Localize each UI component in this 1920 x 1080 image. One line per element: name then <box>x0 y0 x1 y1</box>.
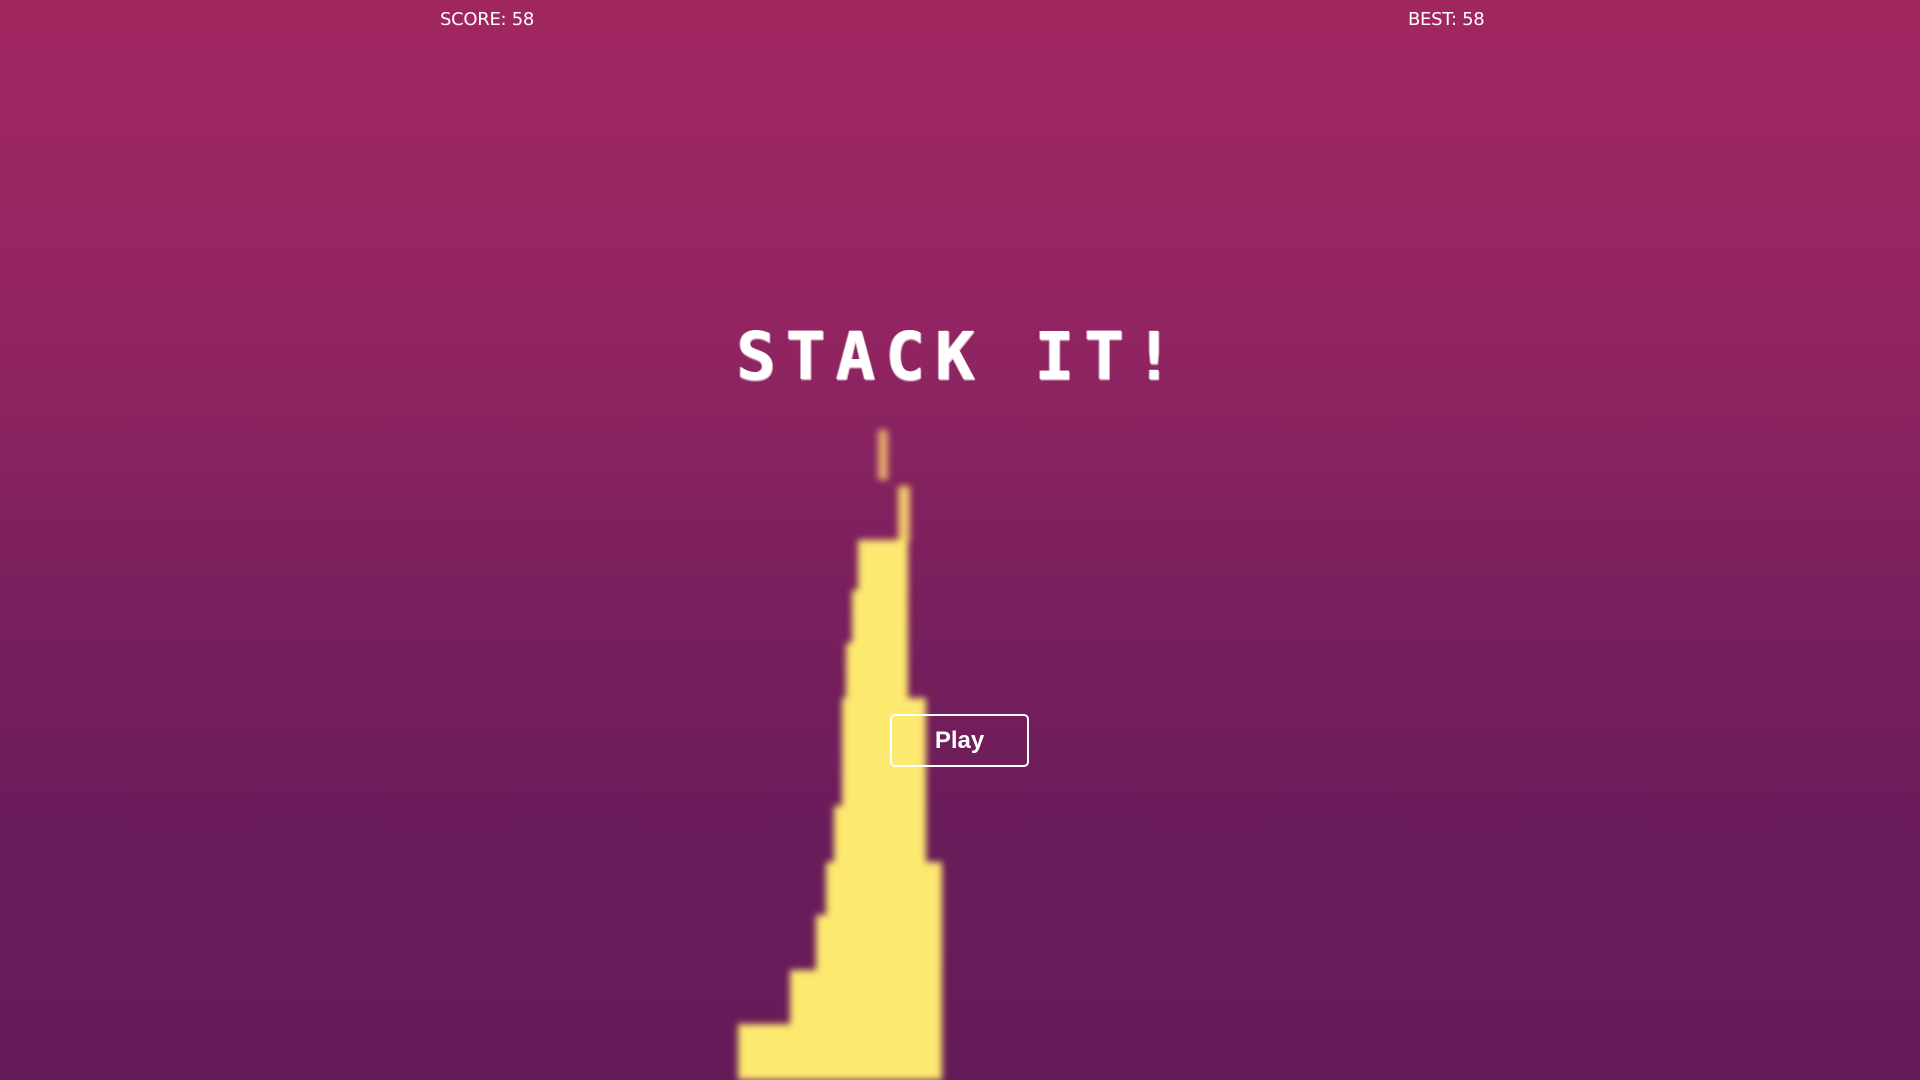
best-score-display: BEST: 58 <box>1408 9 1485 30</box>
game-title: STACK IT! <box>736 318 1184 395</box>
tower-block <box>790 970 942 1026</box>
tower-block-top <box>878 430 888 480</box>
play-button[interactable]: Play <box>890 714 1029 767</box>
tower-block <box>898 486 910 541</box>
tower-block <box>738 1024 942 1080</box>
tower-block <box>816 915 942 971</box>
tower-block <box>846 643 908 700</box>
tower-block <box>858 540 908 592</box>
tower-block <box>852 590 908 645</box>
block-tower <box>0 0 1920 1080</box>
tower-block <box>834 806 926 866</box>
score-display: SCORE: 58 <box>440 9 535 30</box>
tower-block <box>826 862 942 917</box>
